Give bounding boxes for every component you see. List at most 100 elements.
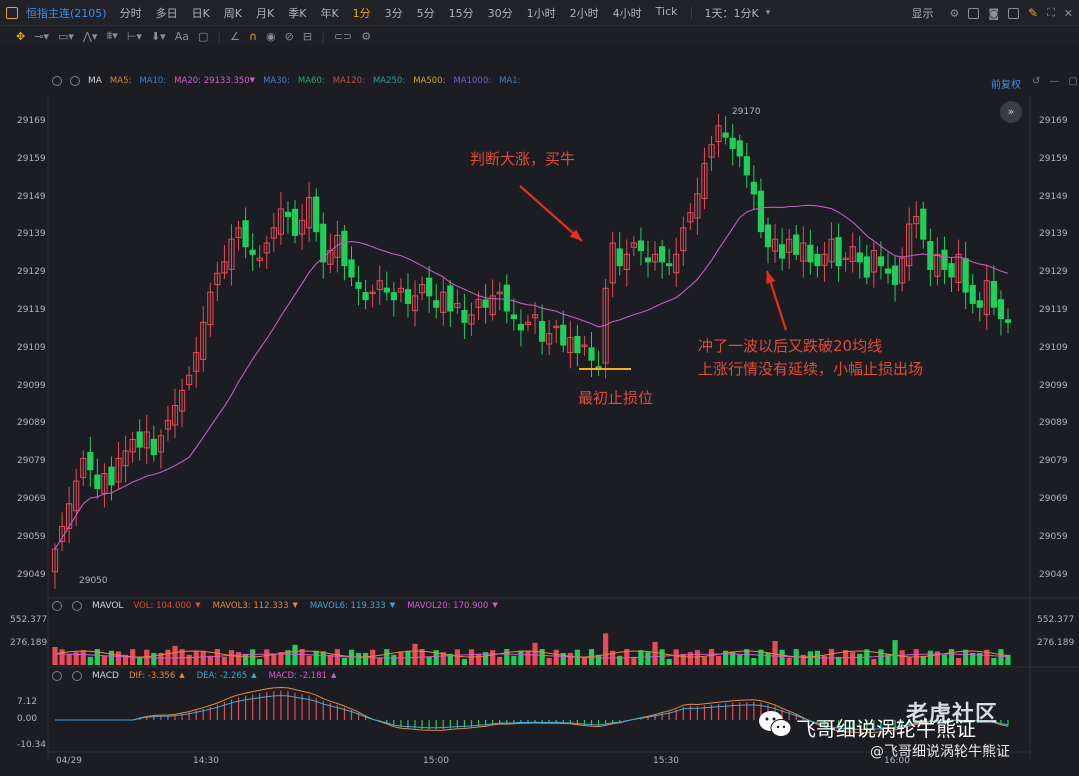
- period-tab[interactable]: 季K: [281, 5, 313, 21]
- comment-tool-icon[interactable]: ▢: [198, 30, 208, 43]
- candle-body: [313, 196, 320, 233]
- candle-body: [581, 344, 588, 348]
- legend-item[interactable]: MA20: 29133.350: [174, 76, 250, 86]
- delete-icon[interactable]: ⊟: [303, 30, 312, 43]
- period-tab[interactable]: 1分: [346, 5, 378, 21]
- low-price-mark: 29050: [79, 576, 108, 586]
- expand-icon[interactable]: »: [1000, 101, 1022, 123]
- close-icon[interactable]: [72, 671, 82, 681]
- text-tool-icon[interactable]: Aa: [175, 30, 189, 43]
- legend-item[interactable]: MA5:: [110, 76, 131, 86]
- period-tab[interactable]: 日K: [185, 5, 217, 21]
- candle-body: [630, 242, 637, 248]
- settings-icon[interactable]: [52, 601, 62, 611]
- legend-item[interactable]: MA120:: [333, 76, 365, 86]
- volume-bar: [680, 653, 686, 665]
- settings-icon[interactable]: [52, 671, 62, 681]
- legend-item[interactable]: MA1000:: [453, 76, 491, 86]
- candle-body: [560, 324, 567, 346]
- close-icon[interactable]: ✕: [1064, 7, 1073, 20]
- dropdown-icon[interactable]: ▼: [195, 601, 200, 611]
- undo-icon[interactable]: ↺: [1032, 76, 1040, 87]
- copy-icon[interactable]: [1008, 7, 1020, 19]
- line-tool-icon[interactable]: ⊸▾: [34, 30, 49, 43]
- exit-annotation-line2: 上涨行情没有延续，小幅止损出场: [698, 360, 924, 378]
- period-tab[interactable]: 30分: [481, 5, 520, 21]
- pencil-icon[interactable]: ✎: [1028, 6, 1038, 20]
- period-tab[interactable]: Tick: [649, 5, 685, 21]
- legend-item[interactable]: MAVOL20: 170.900: [407, 601, 488, 611]
- period-tab[interactable]: 周K: [217, 5, 249, 21]
- camera-icon[interactable]: ◙: [988, 7, 999, 20]
- legend-item[interactable]: DEA: -2.265: [197, 671, 248, 681]
- move-icon[interactable]: ✥: [16, 30, 25, 43]
- legend-item[interactable]: VOL: 104.000: [133, 601, 191, 611]
- legend-item[interactable]: MA60:: [298, 76, 325, 86]
- settings-icon[interactable]: ⚙: [361, 30, 371, 43]
- fullscreen-icon[interactable]: ⛶: [1047, 6, 1055, 20]
- price-axis-label: 29069: [1039, 494, 1068, 504]
- dropdown-icon[interactable]: ▲: [331, 671, 336, 681]
- settings-icon[interactable]: ⚙: [949, 7, 959, 20]
- minimize-icon[interactable]: —: [1049, 76, 1059, 87]
- period-tab[interactable]: 3分: [378, 5, 410, 21]
- legend-item[interactable]: MA250:: [373, 76, 405, 86]
- dropdown-icon[interactable]: ▼: [250, 76, 255, 86]
- angle-tool-icon[interactable]: ∠: [230, 30, 240, 43]
- sidebar-toggle-icon[interactable]: [6, 6, 18, 19]
- indicator-name[interactable]: MA: [88, 76, 102, 86]
- polyline-tool-icon[interactable]: ⋀▾: [83, 30, 98, 43]
- legend-item[interactable]: MAVOL6: 119.333: [310, 601, 386, 611]
- legend-item[interactable]: MA1:: [499, 76, 520, 86]
- volume-axis-label: 276.189: [10, 638, 48, 648]
- dropdown-icon[interactable]: ▼: [292, 601, 297, 611]
- period-tab[interactable]: 15分: [442, 5, 481, 21]
- adjust-selector[interactable]: 前复权: [991, 76, 1021, 91]
- magnet-icon[interactable]: ∩: [249, 30, 257, 43]
- dropdown-icon[interactable]: ▼: [492, 601, 497, 611]
- candle-body: [418, 284, 426, 294]
- legend-item[interactable]: MA500:: [413, 76, 445, 86]
- chevron-down-icon[interactable]: ▾: [766, 8, 771, 18]
- close-icon[interactable]: [70, 76, 80, 86]
- link-icon[interactable]: ⊂⊃: [334, 30, 352, 43]
- legend-item[interactable]: MACD: -2.181: [269, 671, 327, 681]
- period-tab[interactable]: 多日: [149, 5, 185, 21]
- legend-item[interactable]: MA30:: [263, 76, 290, 86]
- period-tab[interactable]: 5分: [410, 5, 442, 21]
- dropdown-icon[interactable]: ▲: [179, 671, 184, 681]
- candle-body: [553, 325, 560, 329]
- separator: |: [217, 29, 222, 43]
- period-tab[interactable]: 4小时: [606, 5, 649, 21]
- rect-tool-icon[interactable]: ▭▾: [58, 30, 74, 43]
- kline-chart[interactable]: [0, 0, 1079, 776]
- dropdown-icon[interactable]: ▲: [251, 671, 256, 681]
- erase-icon[interactable]: ⊘: [285, 30, 294, 43]
- indicator-name[interactable]: MAVOL: [92, 601, 123, 611]
- period-tab[interactable]: 1小时: [520, 5, 563, 21]
- legend-item[interactable]: MA10:: [139, 76, 166, 86]
- legend-item[interactable]: DIF: -3.356: [129, 671, 175, 681]
- fib-tool-icon[interactable]: ⩩▾: [106, 29, 117, 43]
- period-tab[interactable]: 月K: [249, 5, 281, 21]
- volume-bar: [970, 652, 976, 665]
- settings-icon[interactable]: [52, 76, 62, 86]
- layout-icon[interactable]: [968, 7, 980, 19]
- show-drawings-icon[interactable]: ◉: [266, 30, 276, 43]
- legend-item[interactable]: MAVOL3: 112.333: [213, 601, 289, 611]
- symbol-selector[interactable]: 恒指主连(2105): [26, 5, 107, 21]
- display-menu[interactable]: 显示: [904, 5, 940, 21]
- maximize-icon[interactable]: ▢: [1068, 76, 1077, 87]
- indicator-name[interactable]: MACD: [92, 671, 119, 681]
- arrow-tool-icon[interactable]: ⬇▾: [151, 30, 166, 43]
- multi-period-selector[interactable]: 1天：1分K: [698, 5, 766, 21]
- close-icon[interactable]: [72, 601, 82, 611]
- measure-tool-icon[interactable]: ⊢▾: [127, 30, 142, 43]
- candle-body: [835, 237, 842, 267]
- period-tab[interactable]: 2小时: [563, 5, 606, 21]
- period-tab[interactable]: 年K: [313, 5, 345, 21]
- volume-bar: [920, 655, 926, 665]
- dropdown-icon[interactable]: ▼: [390, 601, 395, 611]
- candle-body: [616, 248, 623, 267]
- period-tab[interactable]: 分时: [113, 5, 149, 21]
